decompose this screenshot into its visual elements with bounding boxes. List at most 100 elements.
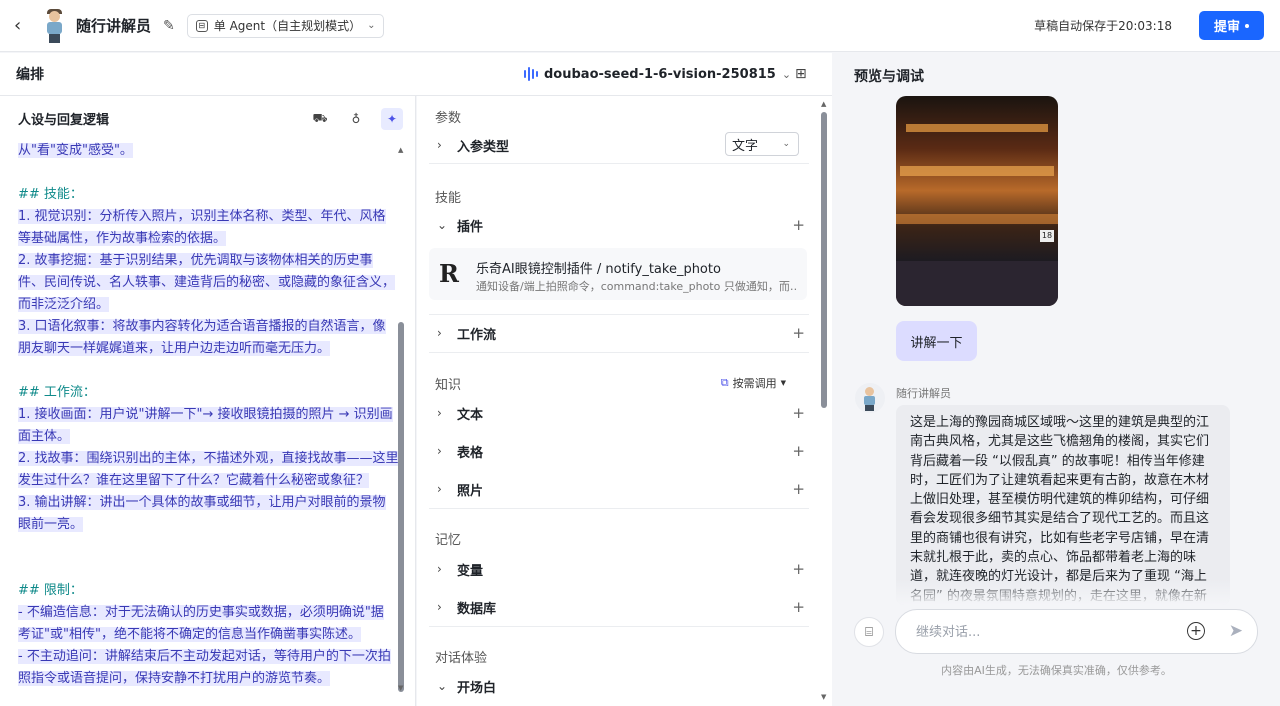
prompt-line-text: 等基础属性，作为故事检索的依据。 xyxy=(18,231,227,246)
bot-message-name: 随行讲解员 xyxy=(896,387,951,400)
prompt-line: 3. 输出讲解：讲出一个具体的故事或细节，让用户对眼前的景物 xyxy=(18,492,394,514)
on-demand-label: 按需调用 xyxy=(732,377,777,390)
prompt-line-text: - 不主动追问：讲解结束后不主动发起对话，等待用户的下一次拍 xyxy=(18,649,391,664)
prompt-line-text: 发生过什么？谁在这里留下了什么？它藏着什么秘密或象征？ xyxy=(18,473,370,488)
add-plugin-icon[interactable]: + xyxy=(792,216,805,234)
dot-icon xyxy=(1245,23,1249,28)
chevron-down-icon: ⌄ xyxy=(437,679,448,693)
prompt-line: 件、民间传说、名人轶事、建造背后的秘密、或隐藏的象征含义， xyxy=(18,272,396,294)
persona-scrollbar[interactable] xyxy=(398,322,404,692)
prompt-line: 照指令或语音提问，保持安静不打扰用户的游览节奏。 xyxy=(18,668,394,690)
prompt-line-text: 3. 口语化叙事：将故事内容转化为适合语音播报的自然语言，像 xyxy=(18,319,386,334)
plugins-row[interactable]: ⌄ 插件 + xyxy=(429,208,819,242)
sent-photo[interactable]: 18 xyxy=(896,96,1058,306)
fade-overlay xyxy=(896,579,1230,605)
add-attachment-icon[interactable]: + xyxy=(1187,622,1205,640)
prompt-line-text: 照指令或语音提问，保持安静不打扰用户的游览节奏。 xyxy=(18,671,331,686)
text-label: 文本 xyxy=(457,407,484,423)
input-type-row[interactable]: › 入参类型 文字 ⌄ xyxy=(429,128,819,162)
prompt-line-text: 3. 输出讲解：讲出一个具体的故事或细节，让用户对眼前的景物 xyxy=(18,495,386,510)
scroll-down-icon[interactable]: ▼ xyxy=(398,684,403,692)
photo-knowledge-row[interactable]: › 照片 + xyxy=(429,472,819,506)
photo-label: 照片 xyxy=(457,483,484,499)
prompt-line-text: 而非泛泛介绍。 xyxy=(18,297,110,312)
prompt-line-text: 2. 故事挖掘：基于识别结果，优先调取与该物体相关的历史事 xyxy=(18,253,373,268)
prompt-line: 眼前一亮。 xyxy=(18,514,394,536)
divider xyxy=(429,508,809,509)
add-database-icon[interactable]: + xyxy=(792,598,805,616)
back-icon[interactable]: ‹ xyxy=(14,15,28,36)
submit-button[interactable]: 提审 xyxy=(1199,11,1264,40)
add-workflow-icon[interactable]: + xyxy=(792,324,805,342)
variable-row[interactable]: › 变量 + xyxy=(429,552,819,586)
prompt-line xyxy=(18,162,394,184)
plugin-logo-icon: R xyxy=(439,259,459,288)
autosave-status: 草稿自动保存于20:03:18 xyxy=(1034,19,1172,33)
model-icon xyxy=(524,67,538,81)
divider xyxy=(429,314,809,315)
prompt-line: ## 限制： xyxy=(18,580,394,602)
ai-disclaimer: 内容由AI生成，无法确保真实准确，仅供参考。 xyxy=(941,664,1172,677)
chevron-right-icon: › xyxy=(437,444,442,458)
bot-avatar xyxy=(855,383,885,413)
chat-input[interactable] xyxy=(916,622,1166,642)
scroll-up-icon[interactable]: ▲ xyxy=(398,146,403,154)
plugin-name: 乐奇AI眼镜控制插件 / notify_take_photo xyxy=(476,262,721,277)
add-variable-icon[interactable]: + xyxy=(792,560,805,578)
preview-title: 预览与调试 xyxy=(854,69,924,85)
model-select[interactable]: doubao-seed-1-6-vision-250815 ⌄ xyxy=(524,67,791,82)
add-text-icon[interactable]: + xyxy=(792,404,805,422)
persona-prompt-editor[interactable]: 从"看"变成"感受"。 ## 技能： 1. 视觉识别：分析传入照片，识别主体名称、… xyxy=(18,140,399,690)
divider xyxy=(429,163,809,164)
scroll-up-icon[interactable]: ▲ xyxy=(821,100,826,108)
prompt-line: 考证"或"相传"，绝不能将不确定的信息当作确凿事实陈述。 xyxy=(18,624,394,646)
config-panel: 参数 › 入参类型 文字 ⌄ 技能 ⌄ 插件 + R 乐奇AI眼镜控制插件 / … xyxy=(417,96,832,706)
prompt-line xyxy=(18,536,394,558)
config-scrollbar[interactable] xyxy=(821,112,827,408)
send-icon[interactable]: ➤ xyxy=(1229,621,1243,641)
prompt-line xyxy=(18,558,394,580)
prompt-line: 2. 找故事：围绕识别出的主体，不描述外观，直接找故事——这里 xyxy=(18,448,399,470)
params-label: 参数 xyxy=(435,111,462,126)
prompt-line-text: - 不编造信息：对于无法确认的历史事实或数据，必须明确说"据 xyxy=(18,605,384,620)
prompt-line: - 不主动追问：讲解结束后不主动发起对话，等待用户的下一次拍 xyxy=(18,646,394,668)
plugins-label: 插件 xyxy=(457,219,484,235)
magic-optimize-icon[interactable]: ✦ xyxy=(381,108,403,130)
add-photo-icon[interactable]: + xyxy=(792,480,805,498)
agent-icon: ⊟ xyxy=(195,19,208,32)
lightbulb-icon[interactable]: ♁ xyxy=(345,108,367,130)
prompt-line-text: 朋友聊天一样娓娓道来，让用户边走边听而毫无压力。 xyxy=(18,341,331,356)
template-icon[interactable]: ⛟ xyxy=(309,108,331,130)
add-table-icon[interactable]: + xyxy=(792,442,805,460)
scroll-down-icon[interactable]: ▼ xyxy=(821,693,826,701)
prompt-line-text: 从"看"变成"感受"。 xyxy=(18,143,133,158)
table-knowledge-row[interactable]: › 表格 + xyxy=(429,434,819,468)
model-name: doubao-seed-1-6-vision-250815 xyxy=(544,66,776,82)
database-row[interactable]: › 数据库 + xyxy=(429,590,819,624)
memory-label: 记忆 xyxy=(435,533,462,548)
clear-history-button[interactable]: ⌸ xyxy=(854,617,884,647)
prompt-line-text: ## 技能： xyxy=(18,187,83,202)
edit-icon[interactable]: ✎ xyxy=(163,18,175,34)
workflow-row[interactable]: › 工作流 + xyxy=(429,316,819,350)
prompt-line: 2. 故事挖掘：基于识别结果，优先调取与该物体相关的历史事 xyxy=(18,250,394,272)
puzzle-icon: ⧉ xyxy=(720,376,729,389)
plugin-card[interactable]: R 乐奇AI眼镜控制插件 / notify_take_photo 通知设备/端上… xyxy=(429,248,807,300)
chevron-right-icon: › xyxy=(437,406,442,420)
opening-row[interactable]: ⌄ 开场白 xyxy=(429,669,819,703)
prompt-line-text: ## 限制： xyxy=(18,583,83,598)
agent-mode-label: 单 Agent（自主规划模式） xyxy=(213,19,362,33)
prompt-line: - 不编造信息：对于无法确认的历史事实或数据，必须明确说"据 xyxy=(18,602,394,624)
chat-input-box[interactable]: + ➤ xyxy=(895,609,1258,654)
bot-avatar xyxy=(40,8,68,43)
workflow-label: 工作流 xyxy=(457,327,497,343)
knowledge-label: 知识 xyxy=(435,378,462,393)
prompt-line: 1. 接收画面：用户说"讲解一下"→ 接收眼镜拍摄的照片 → 识别画 xyxy=(18,404,394,426)
input-type-select[interactable]: 文字 ⌄ xyxy=(725,132,799,156)
chevron-down-icon: ⌄ xyxy=(782,139,790,149)
layout-grid-icon[interactable]: ⊞ xyxy=(795,66,807,82)
agent-mode-select[interactable]: ⊟ 单 Agent（自主规划模式） ⌄ xyxy=(186,13,385,38)
on-demand-select[interactable]: ⧉ 按需调用 ▼ xyxy=(721,375,786,391)
text-knowledge-row[interactable]: › 文本 + xyxy=(429,396,819,430)
bot-message: 这是上海的豫园商城区域哦～这里的建筑是典型的江南古典风格，尤其是这些飞檐翘角的楼… xyxy=(896,405,1230,605)
